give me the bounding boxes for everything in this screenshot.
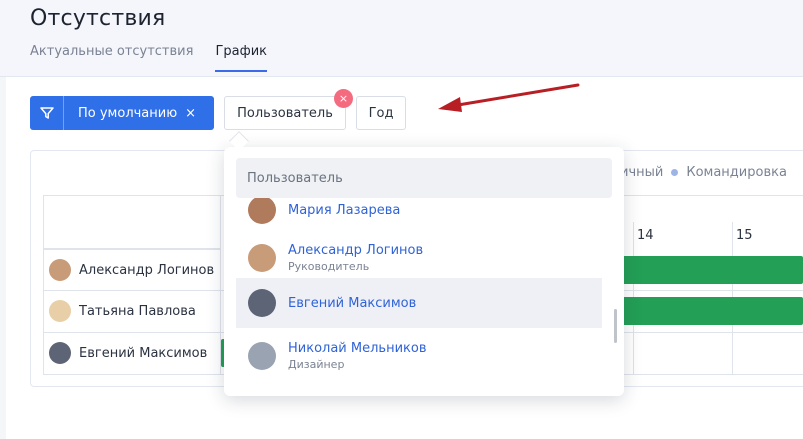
tabs: Актуальные отсутствия График — [30, 44, 267, 72]
user-row: Татьяна Павлова — [43, 290, 221, 331]
user-option-role: Дизайнер — [288, 358, 345, 371]
user-name: Евгений Максимов — [79, 345, 208, 361]
user-filter-button[interactable]: Пользователь — [224, 96, 346, 130]
user-option-name: Мария Лазарева — [288, 202, 401, 218]
user-option[interactable]: Александр Логинов Руководитель — [236, 233, 602, 283]
page-header: Отсутствия Актуальные отсутствия График — [0, 0, 803, 77]
avatar — [248, 289, 276, 317]
year-filter-button[interactable]: Год — [356, 96, 406, 130]
dropdown-scrollbar[interactable] — [614, 309, 617, 343]
user-option-selected[interactable]: Евгений Максимов — [236, 278, 602, 328]
avatar — [248, 342, 276, 370]
legend-business-trip-label: Командировка — [686, 165, 787, 180]
text-cursor — [248, 170, 249, 186]
legend-partial-label: ичный — [620, 165, 664, 180]
user-option-role: Руководитель — [288, 260, 370, 273]
user-row: Александр Логинов — [43, 249, 221, 290]
day-label: 15 — [736, 228, 753, 243]
side-strip — [0, 77, 6, 439]
avatar — [49, 300, 71, 322]
user-option-name: Евгений Максимов — [288, 295, 417, 311]
user-name: Александр Логинов — [79, 262, 215, 278]
avatar — [248, 196, 276, 224]
legend-dot-icon — [671, 169, 679, 176]
user-option[interactable]: Николай Мельников Дизайнер — [236, 331, 602, 381]
close-icon[interactable]: × — [185, 106, 196, 121]
filter-icon — [30, 96, 64, 130]
user-name: Татьяна Павлова — [79, 303, 196, 319]
clear-filter-icon[interactable]: × — [334, 89, 353, 108]
absence-bar[interactable] — [610, 256, 803, 284]
user-row: Евгений Максимов — [43, 332, 221, 373]
default-filter-label: По умолчанию — [78, 105, 178, 121]
tab-schedule[interactable]: График — [215, 44, 267, 72]
legend: ичный Командировка — [620, 165, 787, 180]
avatar — [248, 244, 276, 272]
annotation-arrow-icon — [438, 83, 580, 112]
page: Отсутствия Актуальные отсутствия График … — [0, 0, 803, 439]
user-option-name: Николай Мельников — [288, 341, 427, 356]
absence-bar[interactable] — [610, 297, 803, 325]
default-filter-button[interactable]: По умолчанию × — [30, 96, 214, 130]
user-dropdown: Мария Лазарева Пользователь Александр Ло… — [224, 147, 624, 396]
tab-current-absences[interactable]: Актуальные отсутствия — [30, 44, 193, 72]
page-title: Отсутствия — [30, 6, 166, 31]
avatar — [49, 259, 71, 281]
user-option[interactable]: Мария Лазарева — [236, 185, 602, 235]
day-label: 14 — [637, 228, 654, 243]
user-option-name: Александр Логинов — [288, 243, 424, 258]
avatar — [49, 342, 71, 364]
user-search-input[interactable] — [236, 170, 612, 186]
